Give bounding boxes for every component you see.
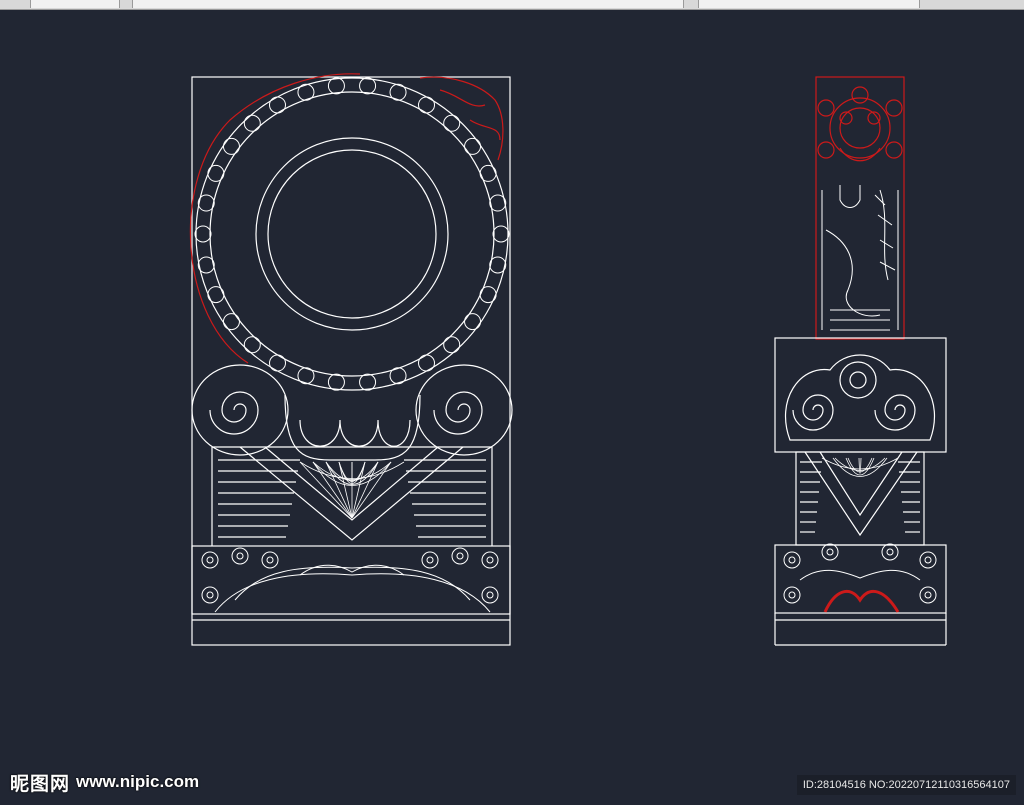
- drum-stone-side-elevation: [774, 76, 947, 646]
- left-volute-scroll: [191, 364, 289, 456]
- side-red-foot-arch: [823, 589, 900, 613]
- toolbar-segment[interactable]: [698, 0, 920, 8]
- drum-face-ring-inner: [267, 149, 437, 319]
- toolbar-segment[interactable]: [30, 0, 120, 8]
- top-toolbar-strip: [0, 0, 1024, 10]
- toolbar-segment[interactable]: [132, 0, 684, 8]
- front-red-arc: [189, 73, 361, 364]
- image-id-strip: ID:28104516 NO:20220712110316564107: [796, 775, 1016, 795]
- nipic-watermark: 昵图网 www.nipic.com: [10, 769, 199, 795]
- cad-drawing-canvas[interactable]: [0, 10, 1024, 805]
- front-outline: [191, 76, 511, 646]
- drum-scallops: [194, 77, 510, 391]
- watermark-url: www.nipic.com: [76, 772, 200, 791]
- flower-medallion: [839, 361, 877, 399]
- front-cloud-carving: [201, 547, 499, 613]
- lion-head-carving: [817, 86, 903, 162]
- drum-outer-scallop-ring: [195, 77, 509, 391]
- side-red-column: [815, 76, 905, 340]
- front-red-corner-carving: [419, 76, 504, 161]
- drum-stone-front-elevation: [189, 73, 513, 646]
- drum-face-ring-outer: [255, 137, 449, 331]
- front-base-block: [191, 545, 511, 615]
- side-cloud-carving: [783, 543, 937, 604]
- right-volute-scroll: [415, 364, 513, 456]
- drum-inner-scallop-ring: [209, 91, 495, 377]
- watermark-logo-text: 昵图网: [10, 773, 71, 795]
- lotus-lobes: [284, 394, 421, 461]
- side-lower-steps: [795, 451, 925, 546]
